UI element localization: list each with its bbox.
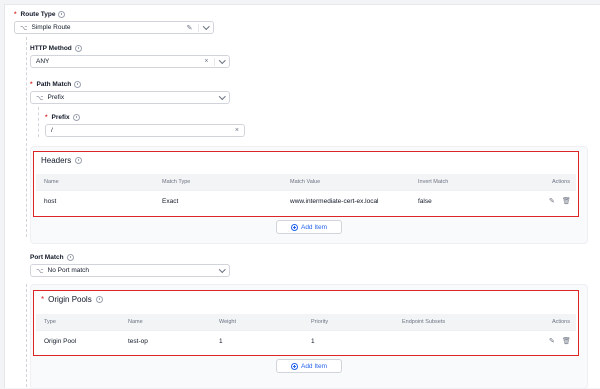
column-header-name: Name [44, 179, 59, 185]
nesting-guide [26, 37, 27, 237]
clear-icon[interactable]: × [204, 58, 208, 65]
chevron-down-icon[interactable] [202, 23, 209, 30]
port-match-label: Port Match [30, 254, 74, 261]
cell-invert-match: false [418, 198, 432, 205]
required-marker: * [30, 81, 33, 88]
path-match-label: * Path Match [30, 81, 82, 88]
info-icon[interactable] [95, 296, 103, 303]
info-icon[interactable] [74, 45, 82, 52]
column-header-actions: Actions [551, 179, 570, 185]
route-icon: ⌥ [36, 94, 44, 102]
prefix-label: * Prefix [45, 114, 80, 121]
divider [36, 190, 576, 191]
route-type-label: * Route Type [14, 11, 66, 18]
info-icon[interactable] [58, 11, 66, 18]
route-icon: ⌥ [20, 24, 28, 32]
info-icon[interactable] [74, 81, 82, 88]
column-header-priority: Priority [311, 319, 329, 325]
edit-icon[interactable]: ✎ [549, 337, 555, 345]
clear-icon[interactable]: × [235, 127, 239, 134]
prefix-input[interactable]: / × [45, 124, 245, 137]
trash-icon[interactable]: 🗑 [562, 197, 571, 205]
nesting-guide [26, 284, 27, 387]
add-origin-pool-button[interactable]: Add Item [276, 359, 342, 373]
trash-icon[interactable]: 🗑 [562, 337, 571, 345]
path-match-select[interactable]: ⌥ Prefix [30, 91, 230, 104]
cell-match-value: www.intermediate-cert-ex.local [290, 198, 379, 205]
cell-name: host [44, 198, 57, 205]
route-icon: ⌥ [36, 267, 44, 275]
cell-weight: 1 [219, 338, 223, 345]
plus-circle-icon [290, 223, 298, 231]
divider [213, 57, 215, 66]
cell-priority: 1 [311, 338, 315, 345]
cell-type: Origin Pool [44, 338, 77, 345]
divider [197, 23, 199, 32]
info-icon[interactable] [66, 254, 74, 261]
cell-match-type: Exact [162, 198, 179, 205]
plus-circle-icon [290, 362, 298, 370]
origin-pools-table-header: Type Name Weight Priority Endpoint Subse… [36, 314, 576, 330]
edit-icon[interactable]: ✎ [187, 24, 193, 32]
nesting-guide [38, 107, 39, 137]
divider [36, 330, 576, 331]
column-header-endpoint-subsets: Endpoint Subsets [402, 319, 446, 325]
headers-table-header: Name Match Type Match Value Invert Match… [36, 174, 576, 190]
chevron-down-icon[interactable] [218, 57, 225, 64]
column-header-match-value: Match Value [290, 179, 321, 185]
origin-pools-title: * Origin Pools [41, 295, 103, 304]
http-method-select[interactable]: ANY × [30, 55, 230, 68]
required-marker: * [45, 114, 48, 121]
headers-title: Headers [41, 156, 83, 165]
info-icon[interactable] [72, 114, 80, 121]
column-header-invert-match: Invert Match [418, 179, 449, 185]
add-header-button[interactable]: Add Item [276, 220, 342, 234]
column-header-match-type: Match Type [162, 179, 191, 185]
required-marker: * [41, 295, 45, 304]
edit-icon[interactable]: ✎ [549, 197, 555, 205]
info-icon[interactable] [75, 157, 83, 164]
column-header-weight: Weight [219, 319, 237, 325]
required-marker: * [14, 11, 17, 18]
port-match-select[interactable]: ⌥ No Port match [30, 264, 230, 277]
route-type-select[interactable]: ⌥ Simple Route ✎ [14, 21, 214, 34]
cell-name: test-op [128, 338, 148, 345]
column-header-type: Type [44, 319, 56, 325]
http-method-label: HTTP Method [30, 45, 82, 52]
column-header-name: Name [128, 319, 143, 325]
chevron-down-icon[interactable] [218, 266, 225, 273]
chevron-down-icon[interactable] [218, 93, 225, 100]
column-header-actions: Actions [551, 319, 570, 325]
